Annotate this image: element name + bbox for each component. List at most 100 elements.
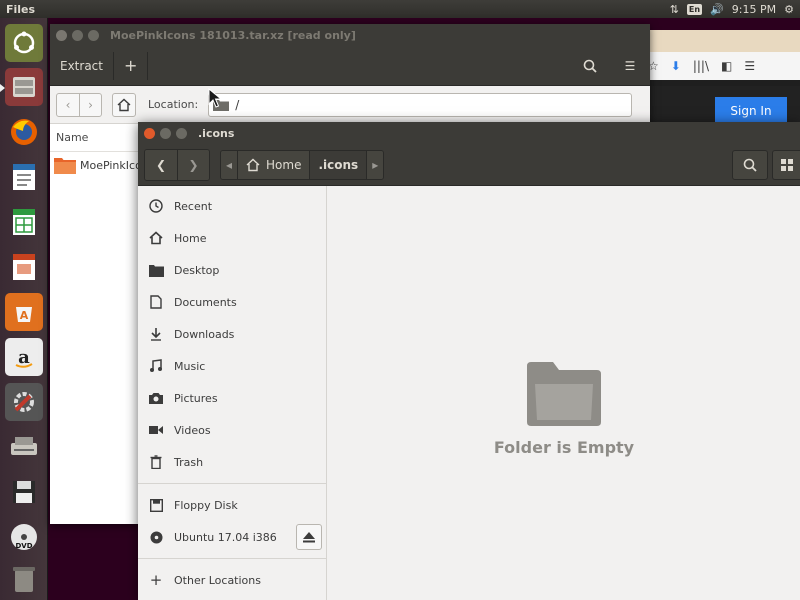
sidebar-item-music[interactable]: Music [138,350,326,382]
sidebar-item-documents[interactable]: Documents [138,286,326,318]
library-icon[interactable]: |||\ [693,59,709,73]
sidebar-item-label: Recent [174,199,213,213]
close-button[interactable] [56,29,67,41]
sidebar-item-label: Desktop [174,263,220,277]
maximize-button[interactable] [176,127,187,139]
home-icon [117,98,131,111]
browser-header-image [640,30,800,52]
archive-nav-buttons: ‹ › [56,92,102,117]
files-nav-buttons: ❮ ❯ [144,148,210,181]
mouse-pointer-icon [208,87,223,111]
trash-icon[interactable] [5,560,43,598]
sidebar-item-ubuntu-disk[interactable]: Ubuntu 17.04 i386 [138,521,326,553]
software-center-icon[interactable]: A [5,293,43,331]
active-app-name: Files [6,2,36,16]
breadcrumb: ◂ Home .icons ▸ [220,149,385,180]
sidebar-item-label: Videos [174,423,211,437]
writer-icon[interactable] [5,158,43,196]
location-value: / [235,97,240,112]
empty-folder-placeholder: Folder is Empty [328,362,800,457]
forward-button[interactable]: ❯ [177,149,209,180]
close-button[interactable] [144,127,155,139]
dvd-icon[interactable]: DVD [5,518,43,556]
breadcrumb-current[interactable]: .icons [309,150,367,179]
maximize-button[interactable] [88,29,99,41]
clock-icon [148,198,164,214]
sidebar-icon[interactable]: ◧ [721,59,732,73]
scanner-icon[interactable] [5,428,43,466]
location-field[interactable]: / [208,92,633,117]
archive-title: MoePinkIcons 181013.tar.xz [read only] [110,28,356,42]
search-icon[interactable] [570,46,610,86]
grid-icon [780,158,793,171]
breadcrumb-scroll-right[interactable]: ▸ [366,150,384,179]
firefox-icon[interactable] [5,113,43,151]
files-titlebar: .icons [138,122,800,144]
grid-view-button[interactable] [772,149,800,180]
svg-text:A: A [20,309,29,322]
breadcrumb-home[interactable]: Home [237,150,310,179]
plus-icon: + [149,571,163,589]
sidebar-divider [138,558,326,559]
floppy-disk-icon[interactable] [5,473,43,511]
back-button[interactable]: ❮ [145,149,177,180]
video-icon [148,422,164,438]
menu-icon[interactable]: ☰ [744,59,755,73]
sidebar-divider [138,483,326,484]
sign-in-button[interactable]: Sign In [715,97,787,125]
extract-button[interactable]: Extract [50,51,114,80]
system-settings-icon[interactable] [5,383,43,421]
breadcrumb-scroll-left[interactable]: ◂ [221,150,238,179]
sidebar-item-label: Other Locations [174,573,261,587]
minimize-button[interactable] [160,127,171,139]
sidebar-item-label: Documents [174,295,237,309]
location-label: Location: [148,98,199,111]
eject-button[interactable] [296,524,322,550]
amazon-icon[interactable]: a [5,338,43,376]
download-icon [148,326,164,342]
files-sidebar: Recent Home Desktop Documents Downloads … [138,186,327,600]
home-icon [148,230,164,246]
home-button[interactable] [112,92,136,117]
impress-icon[interactable] [5,248,43,286]
minimize-button[interactable] [72,29,83,41]
sidebar-item-label: Ubuntu 17.04 i386 [174,530,277,544]
sidebar-item-pictures[interactable]: Pictures [138,382,326,414]
file-cabinet-icon[interactable] [0,68,43,106]
home-icon [246,158,260,171]
sidebar-item-label: Trash [174,455,204,469]
empty-folder-message: Folder is Empty [493,438,635,457]
sidebar-item-recent[interactable]: Recent [138,190,326,222]
sidebar-item-videos[interactable]: Videos [138,414,326,446]
sidebar-item-home[interactable]: Home [138,222,326,254]
volume-icon[interactable]: 🔊 [710,3,724,16]
sidebar-item-label: Pictures [174,391,218,405]
network-icon[interactable]: ⇅ [670,3,679,16]
sidebar-item-downloads[interactable]: Downloads [138,318,326,350]
search-button[interactable] [732,149,768,180]
search-icon [743,158,757,172]
floppy-icon [148,497,164,513]
forward-button[interactable]: › [79,93,101,116]
launcher: A a DVD [0,18,48,600]
sidebar-item-desktop[interactable]: Desktop [138,254,326,286]
empty-folder-icon [527,362,601,426]
files-content-area[interactable]: Folder is Empty [328,186,800,600]
keyboard-layout-indicator[interactable]: En [686,3,703,15]
sidebar-item-other-locations[interactable]: + Other Locations [138,564,326,596]
archive-titlebar: MoePinkIcons 181013.tar.xz [read only] [50,24,650,46]
archive-location-bar: ‹ › Location: / [50,86,650,124]
gear-icon[interactable]: ⚙ [784,3,794,16]
files-title: .icons [198,126,235,140]
sidebar-item-floppy[interactable]: Floppy Disk [138,489,326,521]
back-button[interactable]: ‹ [57,94,79,116]
add-button[interactable]: + [114,51,149,80]
menu-icon[interactable]: ☰ [610,46,650,86]
calc-icon[interactable] [5,203,43,241]
disc-icon [148,529,164,545]
sidebar-item-trash[interactable]: Trash [138,446,326,478]
clock[interactable]: 9:15 PM [732,3,776,16]
sidebar-item-label: Home [174,231,207,245]
download-icon[interactable]: ⬇ [671,59,681,73]
ubuntu-dash-icon[interactable] [5,24,43,62]
